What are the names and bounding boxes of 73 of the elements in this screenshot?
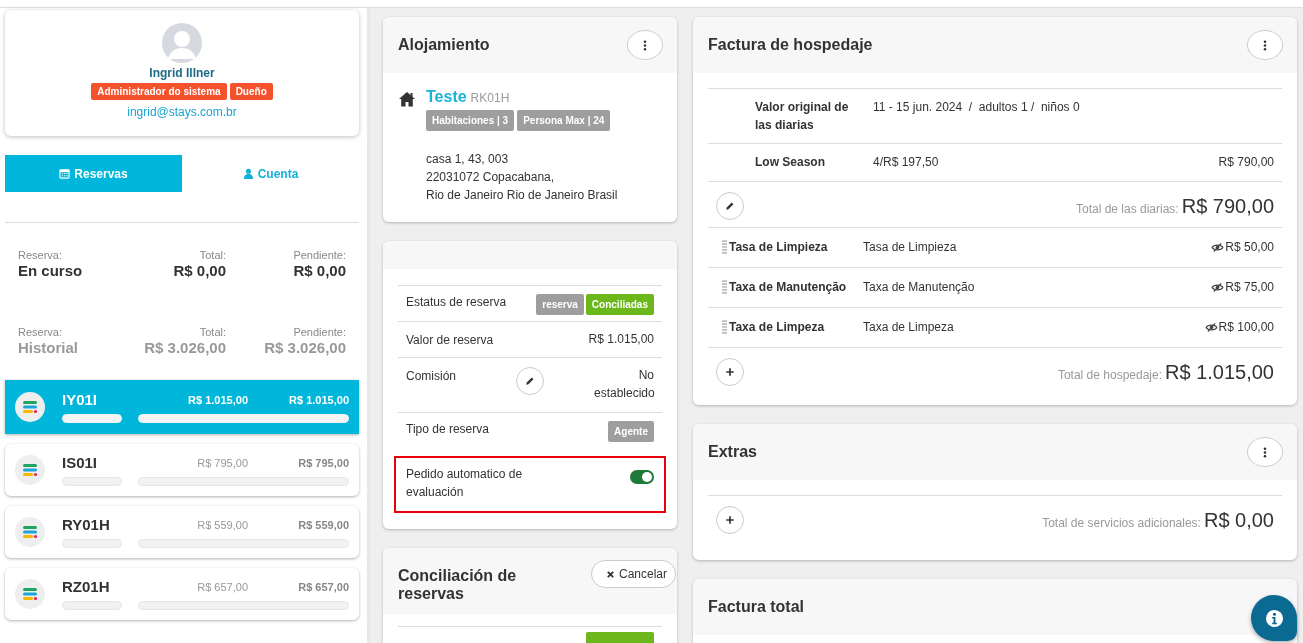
property-tag: Habitaciones | 3	[426, 110, 515, 131]
summary-label: Reserva:	[18, 326, 64, 338]
user-email: ingrid@stays.com.br	[127, 105, 237, 119]
fee-amount: R$ 100,00	[1218, 320, 1274, 334]
fee-name: Taxa de Limpeza	[729, 320, 826, 334]
card-title: Factura total	[708, 598, 804, 616]
rate-label: Valor original de las diarias	[755, 99, 850, 134]
summary-label: Pendiente:	[293, 326, 346, 338]
fee-description: Taxa de Manutenção	[863, 280, 976, 294]
address-line: 22031072 Copacabana,	[426, 169, 556, 186]
rate-label: Low Season	[755, 154, 826, 171]
field-value: R$ 1.015,00	[588, 332, 654, 346]
total-value: R$ 1.015,00	[1165, 360, 1274, 384]
status-tag: Agente	[608, 421, 654, 442]
field-label: Tipo de reserva	[406, 421, 489, 436]
summary-label: Reserva:	[18, 249, 64, 261]
summary-pending: R$ 0,00	[293, 262, 346, 279]
reservation-card[interactable]: RY01H R$ 559,00 R$ 559,00	[5, 506, 359, 558]
total-label: Total de las diarias:	[1075, 201, 1179, 216]
reservation-code: IS01I	[62, 454, 99, 471]
summary-pending: R$ 3.026,00	[264, 339, 346, 356]
summary-label: Total:	[199, 249, 226, 261]
status-tag: reserva	[536, 294, 584, 315]
field-label: Pedido automatico de evaluación	[406, 466, 524, 501]
fee-name: Taxa de Manutenção	[729, 280, 848, 294]
reservation-code: IY01I	[62, 391, 99, 408]
fee-amount: R$ 75,00	[1225, 280, 1274, 294]
fee-description: Tasa de Limpieza	[863, 240, 958, 254]
field-value: No establecido	[594, 367, 654, 402]
fee-description: Taxa de Limpeza	[863, 320, 955, 334]
total-label: Total de servicios adicionales:	[1042, 515, 1201, 530]
summary-status: Historial	[18, 339, 79, 356]
rate-detail: 11 - 15 jun. 2024 / adultos 1 / niños 0	[873, 99, 1081, 116]
reservation-total: R$ 559,00	[196, 518, 248, 531]
property-code: RK01H	[470, 91, 510, 105]
reservation-total: R$ 1.015,00	[187, 393, 248, 406]
summary-label: Total:	[199, 326, 226, 338]
rate-amount: R$ 790,00	[1218, 154, 1274, 171]
card-title: Conciliación de reservas	[398, 567, 518, 603]
field-label: Valor de reserva	[406, 332, 494, 347]
property-tag: Persona Max | 24	[517, 110, 611, 131]
rate-detail: 4/R$ 197,50	[873, 154, 940, 171]
card-title: Alojamiento	[398, 36, 490, 54]
address-line: casa 1, 43, 003	[426, 151, 510, 168]
reservation-pending: R$ 559,00	[298, 518, 349, 531]
address-line: Rio de Janeiro Rio de Janeiro Brasil	[426, 187, 618, 204]
reservation-pending: R$ 795,00	[298, 456, 349, 469]
reservation-code: RZ01H	[62, 578, 111, 595]
reservation-pending: R$ 657,00	[298, 580, 349, 593]
summary-total: R$ 3.026,00	[144, 339, 226, 356]
cancel-button[interactable]: Cancelar	[590, 560, 676, 588]
role-badge: Dueño	[229, 83, 273, 100]
summary-status: En curso	[18, 262, 84, 279]
reservation-total: R$ 657,00	[196, 580, 248, 593]
card-title: Extras	[708, 443, 757, 461]
reservation-card[interactable]: RZ01H R$ 657,00 R$ 657,00	[5, 568, 359, 620]
total-value: R$ 0,00	[1203, 508, 1274, 532]
total-value: R$ 790,00	[1181, 194, 1274, 218]
total-label: Total de hospedaje:	[1057, 367, 1162, 382]
reservation-pending: R$ 1.015,00	[289, 393, 349, 406]
field-label: Comisión	[406, 368, 457, 383]
summary-total: R$ 0,00	[173, 262, 226, 279]
field-label: Estatus de reserva	[406, 294, 507, 309]
status-tag: Conciliadas	[585, 294, 654, 315]
fee-name: Tasa de Limpieza	[729, 240, 829, 254]
role-badge: Administrador do sistema	[91, 83, 227, 100]
reservation-total: R$ 795,00	[196, 456, 248, 469]
fee-amount: R$ 50,00	[1225, 240, 1274, 254]
reservation-card[interactable]: IS01I R$ 795,00 R$ 795,00	[5, 444, 359, 496]
card-title: Factura de hospedaje	[708, 36, 873, 54]
reservation-code: RY01H	[62, 516, 111, 533]
summary-label: Pendiente:	[293, 249, 346, 261]
user-name: Ingrid Illner	[149, 66, 215, 80]
